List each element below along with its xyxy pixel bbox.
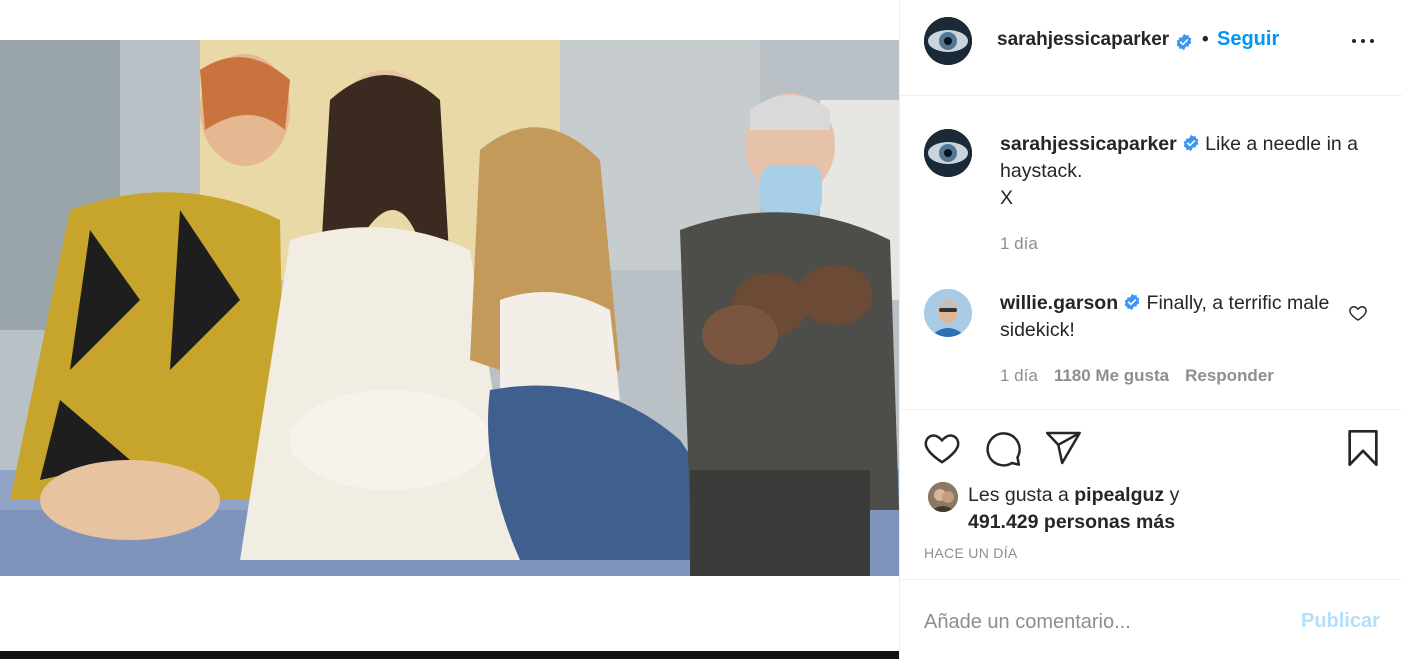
- post-timestamp[interactable]: HACE UN DÍA: [924, 545, 1018, 561]
- reply-button[interactable]: Responder: [1185, 366, 1274, 385]
- likes-joiner: y: [1164, 484, 1180, 506]
- comment-time[interactable]: 1 día: [1000, 366, 1038, 385]
- publish-button[interactable]: Publicar: [1301, 610, 1380, 633]
- comments-section: sarahjessicaparker Like a needle in a ha…: [900, 96, 1402, 410]
- comment-meta: 1 día 1180 Me gusta Responder: [1000, 366, 1274, 386]
- caption-body: sarahjessicaparker Like a needle in a ha…: [1000, 131, 1380, 212]
- verified-badge-icon: [1176, 33, 1192, 51]
- verified-badge-icon: [1183, 135, 1199, 152]
- comment-like-heart-icon[interactable]: [1348, 303, 1368, 323]
- separator-dot: •: [1202, 29, 1209, 50]
- likes-summary-text: Les gusta a pipealguz y 491.429 personas…: [968, 482, 1388, 536]
- follow-button[interactable]: Seguir: [1217, 28, 1279, 51]
- save-bookmark-icon[interactable]: [1343, 428, 1383, 468]
- author-avatar[interactable]: [924, 17, 972, 65]
- likes-prefix: Les gusta a: [968, 484, 1075, 506]
- post-side-panel: sarahjessicaparker • Seguir sarahjessica: [899, 0, 1402, 659]
- likes-others-count[interactable]: 491.429 personas más: [968, 511, 1175, 533]
- post-photo[interactable]: [0, 40, 899, 576]
- caption-time[interactable]: 1 día: [1000, 234, 1038, 253]
- liker-username[interactable]: pipealguz: [1074, 484, 1164, 506]
- commenter-avatar[interactable]: [924, 289, 972, 337]
- share-paper-plane-icon[interactable]: [1043, 428, 1083, 468]
- comment-username[interactable]: willie.garson: [1000, 292, 1118, 314]
- comment-bubble-icon[interactable]: [983, 428, 1023, 468]
- like-heart-icon[interactable]: [922, 428, 962, 468]
- post-actions: Les gusta a pipealguz y 491.429 personas…: [900, 410, 1402, 580]
- caption-username[interactable]: sarahjessicaparker: [1000, 133, 1177, 155]
- liker-avatar[interactable]: [928, 482, 958, 512]
- comment-input[interactable]: [924, 604, 1294, 640]
- comment-likes-count[interactable]: 1180 Me gusta: [1054, 366, 1169, 385]
- more-options-icon[interactable]: [1352, 31, 1376, 51]
- media-bottom-bar: [0, 651, 899, 659]
- caption-author-avatar[interactable]: [924, 129, 972, 177]
- verified-badge-icon: [1124, 294, 1140, 311]
- comment-body: willie.garson Finally, a terrific male s…: [1000, 290, 1340, 344]
- caption-meta: 1 día: [1000, 234, 1038, 254]
- author-username[interactable]: sarahjessicaparker: [997, 29, 1169, 51]
- caption-sign-off: X: [1000, 187, 1014, 209]
- add-comment-bar: Publicar: [900, 580, 1402, 659]
- post-media[interactable]: [0, 0, 899, 659]
- photo-illustration: [0, 40, 899, 576]
- post-header: sarahjessicaparker • Seguir: [900, 0, 1402, 96]
